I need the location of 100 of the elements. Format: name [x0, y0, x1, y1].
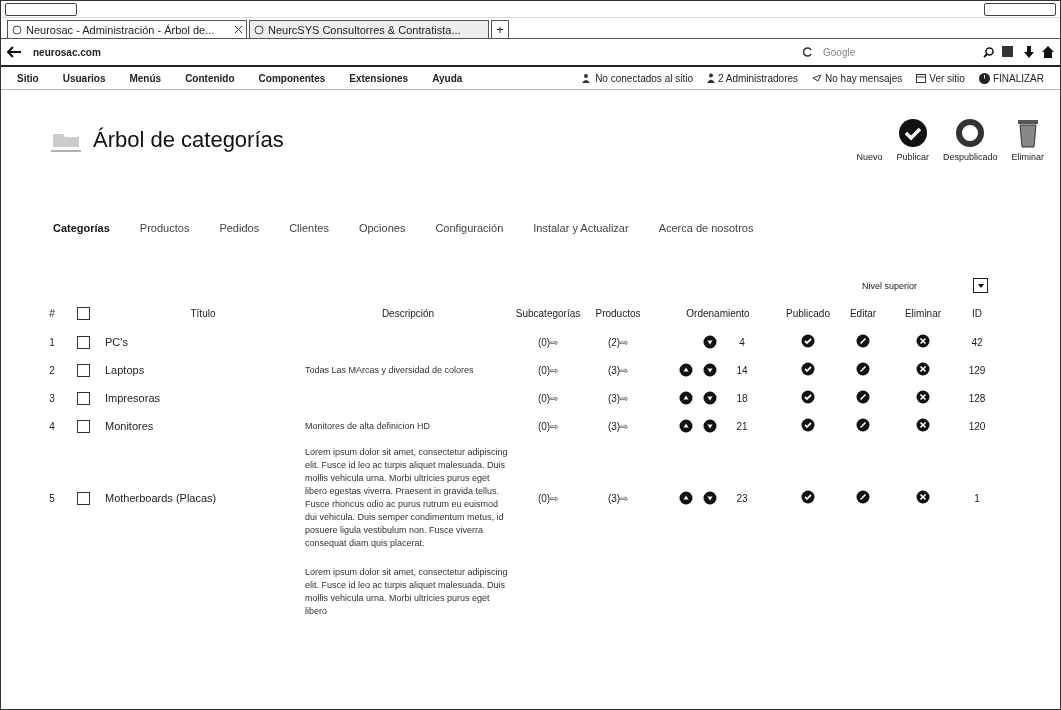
down-icon[interactable] [703, 419, 717, 433]
check-icon[interactable] [801, 418, 815, 432]
category-title: Impresoras [104, 391, 162, 406]
description-cell-text: Lorem ipsum dolor sit amet, consectetur adipiscing elit. Fusce id leo ac turpis aliquet malesuada. Duis mollis vehicula urna. Morbi ultricies purus eget libero [304, 566, 509, 618]
new-tab-button[interactable]: + [491, 20, 509, 38]
nav-tab[interactable]: Opciones [358, 222, 406, 234]
browser-tab[interactable]: Neurosac - Administración - Árbol de... [7, 20, 247, 38]
column-header[interactable]: ID [953, 299, 1001, 328]
column-header[interactable]: Subcategorías [513, 299, 583, 328]
products-link[interactable]: (3)⇨ [583, 440, 653, 556]
up-icon[interactable] [679, 491, 693, 505]
delete-icon[interactable] [916, 418, 930, 432]
subcategories-link[interactable]: (0)⇨ [513, 440, 583, 556]
up-icon[interactable] [679, 363, 693, 377]
nav-tab[interactable]: Productos [139, 222, 190, 234]
window-controls[interactable] [984, 2, 1056, 16]
status-link[interactable]: 2 Administradores [718, 72, 799, 84]
mail-icon [812, 74, 823, 82]
subcategories-link[interactable]: (0)⇨ [513, 384, 583, 412]
id-cell-text: 129 [967, 363, 987, 378]
user-icon [707, 73, 715, 83]
select-all-checkbox[interactable] [76, 307, 90, 320]
bookmark-icon[interactable] [1002, 46, 1016, 58]
admin-menu-item[interactable]: Menús [129, 72, 162, 84]
nav-tab[interactable]: Clientes [289, 222, 329, 234]
row-number: 1 [48, 335, 56, 350]
status-link[interactable]: No conectados al sitio [595, 72, 693, 84]
address-field[interactable]: neurosac.com [29, 43, 795, 61]
down-icon[interactable] [703, 491, 717, 505]
up-icon[interactable] [679, 391, 693, 405]
nav-tab[interactable]: Pedidos [219, 222, 260, 234]
nav-tab[interactable]: Instalar y Actualizar [533, 222, 629, 234]
toolbar-button[interactable]: Publicar [896, 118, 929, 162]
download-icon[interactable] [1024, 46, 1034, 58]
column-header[interactable]: Productos [583, 299, 653, 328]
nav-tab[interactable]: Acerca de nosotros [658, 222, 754, 234]
description-cell-text: Monitores de alta definicion HD [304, 419, 432, 433]
row-checkbox[interactable] [76, 363, 90, 377]
down-icon[interactable] [703, 335, 717, 349]
column-header[interactable]: Editar [833, 299, 893, 328]
products-link[interactable]: (3)⇨ [583, 412, 653, 440]
subcategories-link[interactable]: (0)⇨ [513, 328, 583, 356]
check-icon[interactable] [801, 390, 815, 404]
column-header[interactable]: Publicado [783, 299, 833, 328]
delete-icon[interactable] [916, 334, 930, 348]
check-icon [897, 118, 928, 148]
down-icon[interactable] [703, 391, 717, 405]
row-checkbox[interactable] [76, 419, 90, 433]
admin-menu-item[interactable]: Sitio [17, 72, 39, 84]
close-icon[interactable] [235, 26, 242, 33]
status-link[interactable]: FINALIZAR [992, 72, 1044, 84]
check-icon[interactable] [801, 490, 815, 504]
admin-menu-item[interactable]: Componentes [258, 72, 326, 84]
up-icon[interactable] [679, 419, 693, 433]
row-number: 2 [48, 363, 56, 378]
column-header[interactable]: Descripción [303, 299, 513, 328]
products-link[interactable]: (2)⇨ [583, 328, 653, 356]
admin-menu-item[interactable]: Extensiones [349, 72, 409, 84]
row-number: 5 [48, 491, 56, 506]
admin-menu-item[interactable]: Usuarios [62, 72, 106, 84]
column-header[interactable]: Título [103, 299, 303, 328]
admin-menu-item[interactable]: Ayuda [432, 72, 463, 84]
down-icon[interactable] [703, 363, 717, 377]
check-icon[interactable] [801, 362, 815, 376]
order-number: 4 [738, 336, 746, 348]
row-checkbox[interactable] [76, 391, 90, 405]
subcategories-link[interactable]: (0)⇨ [513, 356, 583, 384]
home-icon[interactable] [1042, 46, 1054, 58]
edit-icon[interactable] [856, 334, 870, 348]
delete-icon[interactable] [916, 362, 930, 376]
edit-icon[interactable] [856, 418, 870, 432]
reload-icon[interactable] [803, 47, 813, 57]
toolbar-button[interactable]: Despublicado [942, 118, 998, 162]
filter-label: Nivel superior [861, 280, 917, 291]
status-link[interactable]: No hay mensajes [825, 72, 903, 84]
delete-icon[interactable] [916, 490, 930, 504]
edit-icon[interactable] [856, 362, 870, 376]
edit-icon[interactable] [856, 390, 870, 404]
back-arrow-icon[interactable] [7, 46, 21, 58]
status-link[interactable]: Ver sitio [929, 72, 965, 84]
subcategories-link[interactable]: (0)⇨ [513, 412, 583, 440]
row-checkbox[interactable] [76, 491, 90, 505]
row-checkbox[interactable] [76, 335, 90, 349]
id-cell-text: 120 [967, 419, 987, 434]
check-icon[interactable] [801, 334, 815, 348]
nav-tab[interactable]: Categorías [53, 222, 110, 234]
column-header[interactable]: Ordenamiento [653, 299, 783, 328]
nav-tab[interactable]: Configuración [435, 222, 504, 234]
filter-dropdown[interactable] [973, 278, 988, 293]
delete-icon[interactable] [916, 390, 930, 404]
column-header[interactable]: Eliminar [893, 299, 953, 328]
toolbar-button[interactable]: Eliminar [1011, 118, 1044, 162]
search-icon[interactable] [983, 46, 994, 58]
admin-menu-item[interactable]: Contenido [185, 72, 235, 84]
products-link[interactable]: (3)⇨ [583, 384, 653, 412]
toolbar-button[interactable]: Nuevo [856, 152, 883, 162]
category-title: PC's [104, 335, 129, 350]
browser-tab[interactable]: NeurcSYS Consultorres & Contratista... [249, 20, 489, 38]
edit-icon[interactable] [856, 490, 870, 504]
products-link[interactable]: (3)⇨ [583, 356, 653, 384]
